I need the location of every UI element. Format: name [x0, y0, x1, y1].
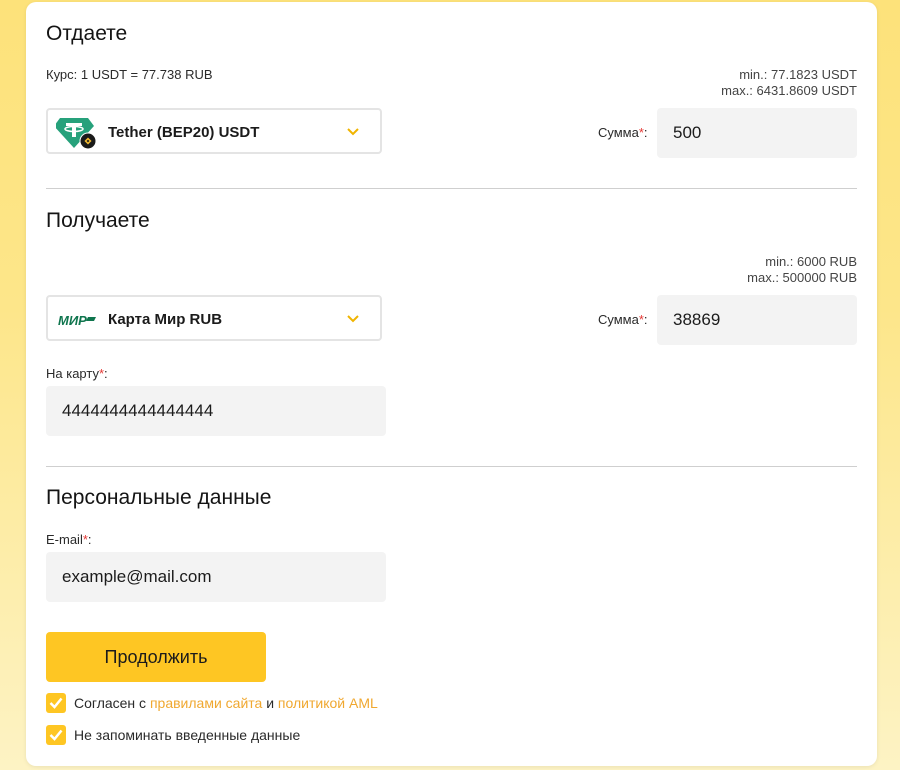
give-max: max.: 6431.8609 USDT — [721, 83, 857, 98]
exchange-form-card: Отдаете Курс: 1 USDT = 77.738 RUB min.: … — [26, 2, 877, 766]
personal-section-title: Персональные данные — [46, 486, 272, 509]
give-amount-label: Сумма*: — [598, 125, 648, 140]
email-input[interactable]: example@mail.com — [46, 552, 386, 602]
give-min: min.: 77.1823 USDT — [739, 67, 857, 82]
no-remember-label: Не запоминать введенные данные — [74, 727, 301, 743]
aml-policy-link[interactable]: политикой AML — [278, 695, 378, 711]
receive-max: max.: 500000 RUB — [747, 270, 857, 285]
site-rules-link[interactable]: правилами сайта — [150, 695, 262, 711]
divider — [46, 466, 857, 467]
receive-section-title: Получаете — [46, 209, 150, 232]
give-currency-select[interactable]: Tether (BEP20) USDT — [46, 108, 382, 154]
card-number-label: На карту*: — [46, 366, 108, 381]
give-section-title: Отдаете — [46, 22, 128, 45]
email-label: E-mail*: — [46, 532, 92, 547]
receive-currency-label: Карта Мир RUB — [108, 311, 223, 328]
give-limits: min.: 77.1823 USDT max.: 6431.8609 USDT — [721, 67, 857, 99]
chevron-down-icon — [346, 124, 360, 138]
card-number-input[interactable]: 4444444444444444 — [46, 386, 386, 436]
tether-bep20-icon — [54, 116, 100, 150]
chevron-down-icon — [346, 311, 360, 325]
continue-button[interactable]: Продолжить — [46, 632, 266, 682]
no-remember-checkbox[interactable] — [46, 725, 66, 745]
mir-logo-icon: МИР — [58, 313, 98, 328]
agree-checkbox[interactable] — [46, 693, 66, 713]
divider — [46, 188, 857, 189]
receive-amount-input[interactable]: 38869 — [657, 295, 857, 345]
receive-amount-label: Сумма*: — [598, 312, 648, 327]
give-amount-input[interactable]: 500 — [657, 108, 857, 158]
svg-text:МИР: МИР — [58, 313, 87, 327]
receive-limits: min.: 6000 RUB max.: 500000 RUB — [747, 254, 857, 286]
agree-text: Согласен с правилами сайта и политикой A… — [74, 695, 378, 711]
checkmark-icon — [49, 729, 63, 741]
receive-currency-select[interactable]: МИР Карта Мир RUB — [46, 295, 382, 341]
give-currency-label: Tether (BEP20) USDT — [108, 124, 260, 141]
checkmark-icon — [49, 697, 63, 709]
exchange-rate: Курс: 1 USDT = 77.738 RUB — [46, 67, 213, 82]
receive-min: min.: 6000 RUB — [765, 254, 857, 269]
